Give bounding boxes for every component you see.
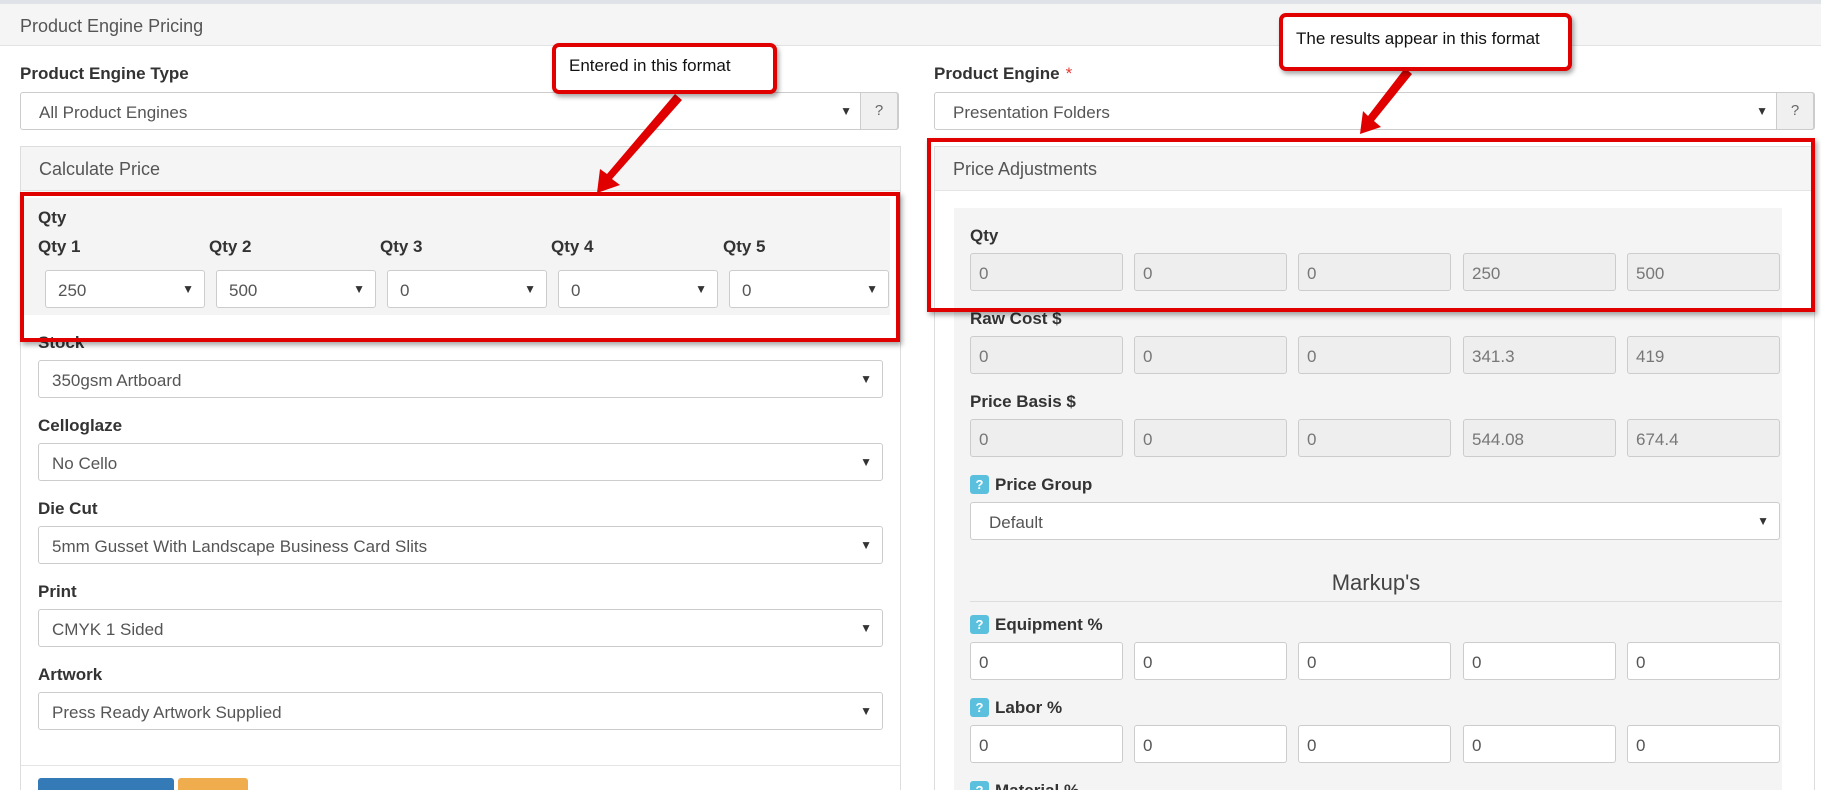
annotation-arrows: [597, 68, 1412, 193]
arrow-right: [1360, 68, 1412, 134]
arrow-left: [597, 94, 682, 193]
annotation-callout-left: Entered in this format: [552, 43, 777, 94]
annotation-callout-right: The results appear in this format: [1279, 13, 1572, 71]
